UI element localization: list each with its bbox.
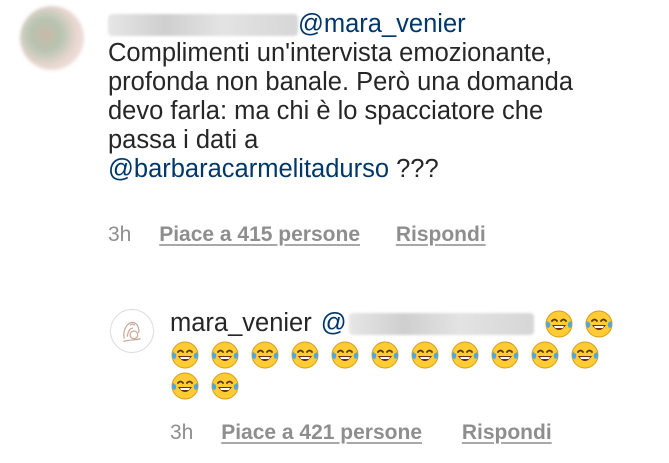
redacted-username: [108, 14, 298, 37]
comment-1-likes-link[interactable]: Piace a 415 persone: [159, 223, 360, 247]
comment-1-header-line: @mara_venier: [108, 10, 573, 39]
tears-of-joy-emoji-icon: [570, 340, 600, 370]
comment-2-time: 3h: [170, 421, 194, 444]
mention-mara-venier[interactable]: @mara_venier: [298, 10, 466, 38]
comment-2-body: mara_venier @: [170, 309, 614, 400]
comment-2-likes-link[interactable]: Piace a 421 persone: [221, 421, 422, 445]
comment-1-body: @mara_venier Complimenti un'intervista e…: [108, 10, 573, 184]
comment-1-line-3: devo farla: ma chi è lo spacciatore che: [108, 97, 544, 125]
comment-2-meta: 3h Piace a 421 persone Rispondi: [170, 421, 552, 445]
mara-venier-avatar[interactable]: [110, 309, 154, 353]
comment-1-line-2: profonda non banale. Però una domanda: [108, 68, 574, 96]
tears-of-joy-emoji-icon: [490, 340, 520, 370]
tears-of-joy-emoji-icon: [584, 309, 614, 339]
tears-of-joy-emoji-icon: [330, 340, 360, 370]
comment-2-mention-at[interactable]: @: [321, 309, 347, 338]
tears-of-joy-emoji-icon: [410, 340, 440, 370]
tears-of-joy-emoji-icon: [450, 340, 480, 370]
tears-of-joy-emoji-icon: [544, 309, 574, 339]
comment-2-username[interactable]: mara_venier: [170, 309, 312, 338]
tears-of-joy-emoji-icon: [250, 340, 280, 370]
comment-1-line-5: @barbaracarmelitadurso ???: [108, 155, 573, 184]
tears-of-joy-emoji-icon: [210, 340, 240, 370]
comment-1-meta: 3h Piace a 415 persone Rispondi: [108, 223, 486, 247]
avatar-sketch-icon: [123, 321, 141, 343]
emoji-row-3: [170, 371, 614, 400]
comment-2-header-line: mara_venier @: [170, 309, 614, 338]
tears-of-joy-emoji-icon: [370, 340, 400, 370]
commenter-avatar[interactable]: [20, 6, 84, 70]
comment-2-reply-button[interactable]: Rispondi: [462, 421, 552, 445]
mention-barbaracarmelitadurso[interactable]: @barbaracarmelitadurso: [108, 155, 389, 183]
comment-1-reply-button[interactable]: Rispondi: [396, 223, 486, 247]
tears-of-joy-emoji-icon: [530, 340, 560, 370]
tears-of-joy-emoji-icon: [210, 371, 240, 401]
redacted-mention: [348, 312, 534, 335]
tears-of-joy-emoji-icon: [290, 340, 320, 370]
comment-1-suffix: ???: [389, 155, 439, 183]
emoji-row-1: [544, 309, 614, 338]
comment-1-line-4: passa i dati a: [108, 126, 259, 154]
tears-of-joy-emoji-icon: [170, 340, 200, 370]
emoji-row-2: [170, 340, 614, 369]
tears-of-joy-emoji-icon: [170, 371, 200, 401]
comment-1-line-1: Complimenti un'intervista emozionante,: [108, 39, 553, 67]
comment-1-time: 3h: [108, 223, 132, 246]
